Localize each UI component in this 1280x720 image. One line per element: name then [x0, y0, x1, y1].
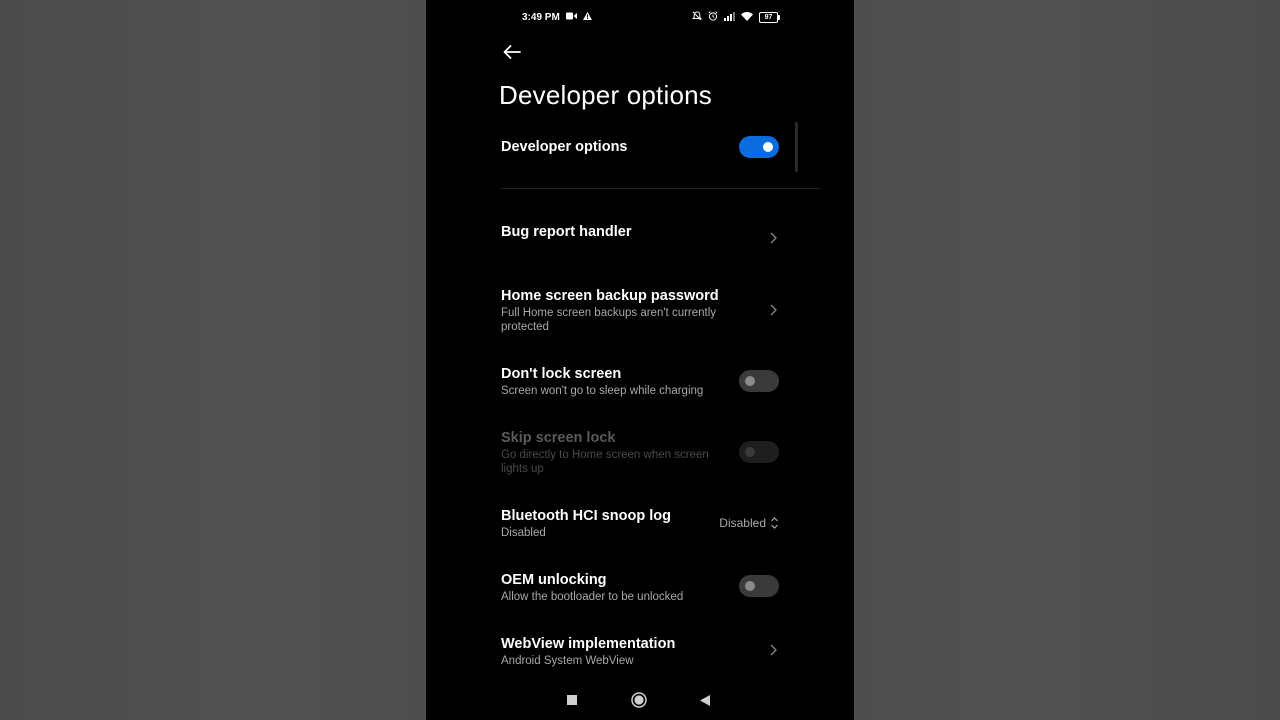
- setting-subtitle: Allow the bootloader to be unlocked: [501, 591, 684, 603]
- chevron-right-icon: [770, 232, 777, 244]
- up-down-chevron-icon: [771, 517, 778, 529]
- recents-square-icon: [567, 695, 577, 705]
- developer-options-master-label: Developer options: [501, 139, 628, 155]
- dont-lock-screen-toggle[interactable]: [739, 370, 779, 392]
- setting-title: Skip screen lock: [501, 430, 616, 446]
- oem-unlocking-toggle[interactable]: [739, 575, 779, 597]
- setting-oem-unlocking[interactable]: OEM unlocking Allow the bootloader to be…: [501, 571, 779, 607]
- setting-home-screen-backup-password[interactable]: Home screen backup password Full Home sc…: [501, 287, 779, 337]
- scrollbar[interactable]: [795, 122, 798, 172]
- skip-screen-lock-toggle: [739, 441, 779, 463]
- setting-bug-report-handler[interactable]: Bug report handler: [501, 223, 779, 253]
- battery-indicator: 97: [759, 12, 780, 23]
- back-arrow-icon: [503, 45, 521, 59]
- back-triangle-icon: [700, 694, 710, 706]
- phone-screen: 3:49 PM 97 Developer options Developer o…: [426, 0, 854, 720]
- home-circle-icon: [631, 692, 647, 708]
- alarm-icon: [708, 11, 718, 24]
- navigation-bar: [426, 688, 854, 712]
- toggle-knob: [763, 142, 773, 152]
- setting-subtitle: Go directly to Home screen when screen l…: [501, 449, 709, 475]
- nav-back-button[interactable]: [693, 688, 717, 712]
- setting-skip-screen-lock: Skip screen lock Go directly to Home scr…: [501, 429, 779, 479]
- chevron-right-icon: [770, 644, 777, 656]
- signal-icon: [724, 11, 735, 24]
- chevron-right-icon: [770, 304, 777, 316]
- developer-options-master-row[interactable]: Developer options: [501, 128, 779, 166]
- developer-options-toggle[interactable]: [739, 136, 779, 158]
- toggle-knob: [745, 447, 755, 457]
- setting-subtitle: Disabled: [501, 527, 546, 539]
- setting-subtitle: Screen won't go to sleep while charging: [501, 385, 704, 397]
- warning-icon: [583, 12, 592, 23]
- wifi-icon: [741, 11, 753, 24]
- setting-webview-implementation[interactable]: WebView implementation Android System We…: [501, 635, 779, 671]
- bluetooth-snoop-select[interactable]: Disabled: [719, 516, 779, 530]
- setting-subtitle: Android System WebView: [501, 655, 634, 667]
- home-button[interactable]: [627, 688, 651, 712]
- setting-dont-lock-screen[interactable]: Don't lock screen Screen won't go to sle…: [501, 365, 779, 401]
- setting-title: Don't lock screen: [501, 366, 622, 382]
- setting-title: Home screen backup password: [501, 288, 719, 304]
- toggle-knob: [745, 376, 755, 386]
- setting-title: WebView implementation: [501, 636, 676, 652]
- divider: [501, 188, 821, 189]
- video-camera-icon: [566, 12, 577, 23]
- silent-bell-icon: [691, 11, 703, 24]
- back-button[interactable]: [500, 40, 524, 64]
- status-bar: 3:49 PM 97: [426, 10, 854, 26]
- setting-title: Bug report handler: [501, 224, 632, 240]
- page-title: Developer options: [499, 80, 712, 110]
- setting-bluetooth-hci-snoop-log[interactable]: Bluetooth HCI snoop log Disabled Disable…: [501, 507, 779, 543]
- select-value: Disabled: [719, 516, 766, 530]
- setting-subtitle: Full Home screen backups aren't currentl…: [501, 307, 717, 333]
- video-left-border: [0, 0, 426, 720]
- toggle-knob: [745, 581, 755, 591]
- setting-title: OEM unlocking: [501, 572, 607, 588]
- video-right-border: [854, 0, 1280, 720]
- recents-button[interactable]: [560, 688, 584, 712]
- status-time: 3:49 PM: [522, 12, 560, 23]
